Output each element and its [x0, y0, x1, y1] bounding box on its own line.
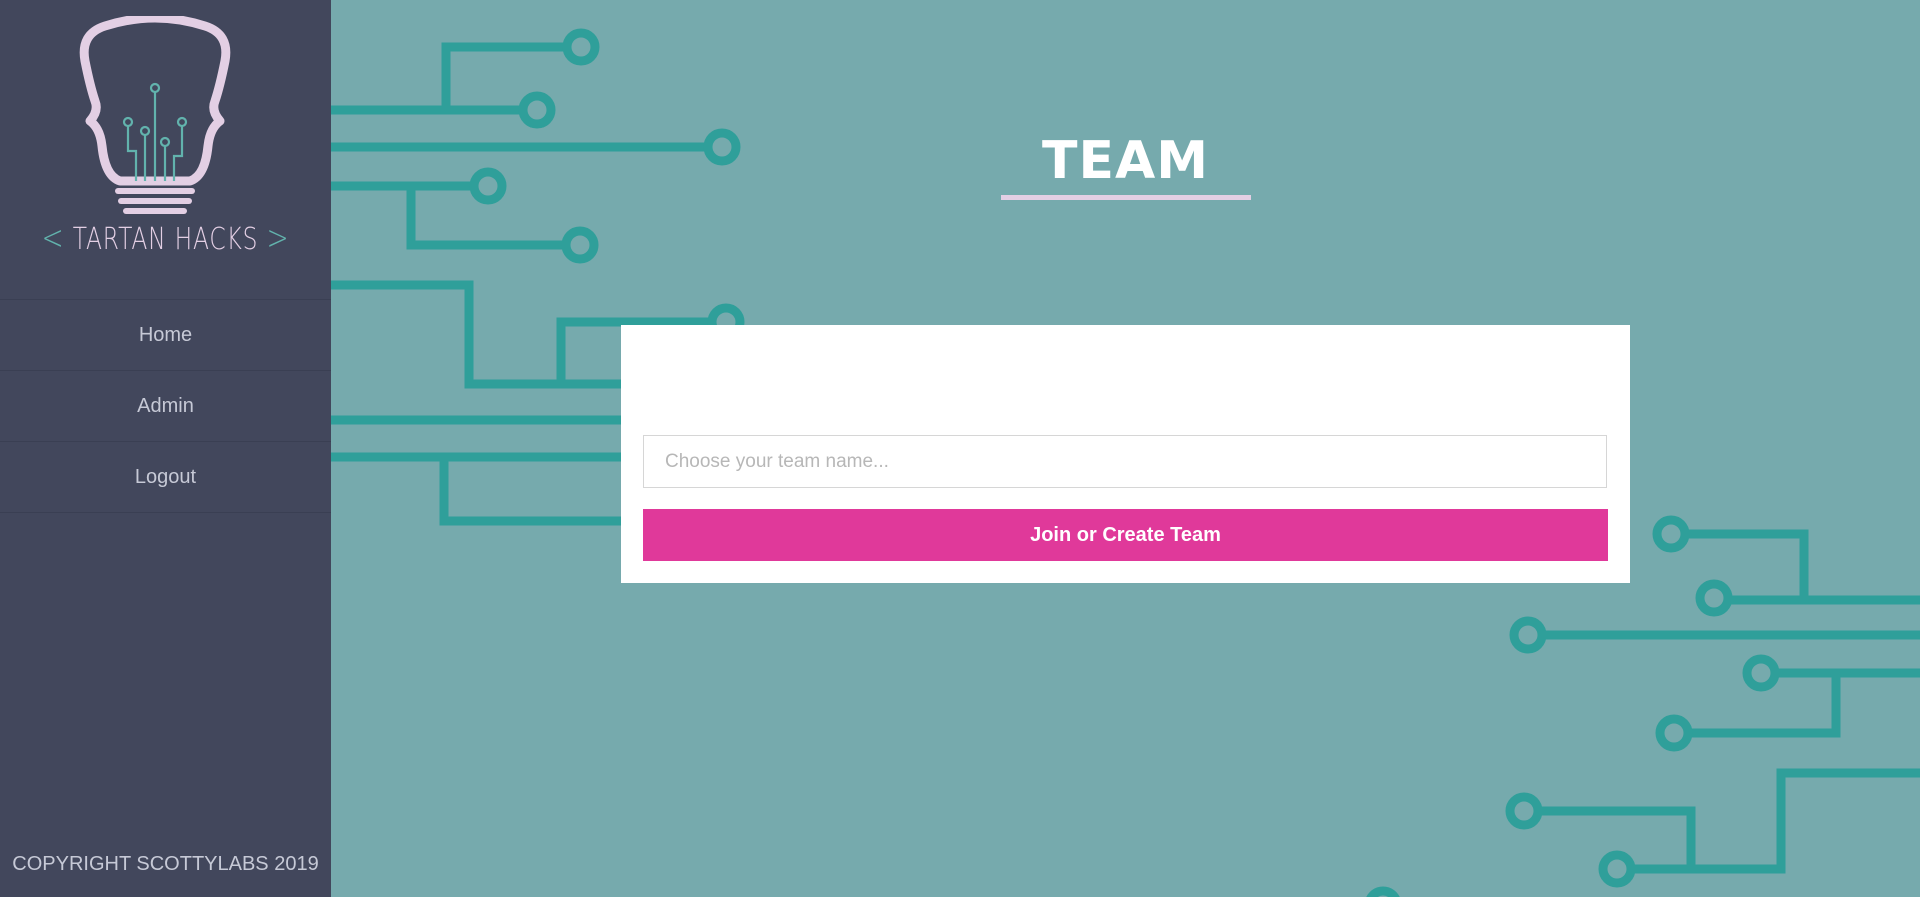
brand-open-bracket: < [41, 218, 65, 258]
page-title: TEAM [1042, 130, 1209, 191]
copyright-text: COPYRIGHT SCOTTYLABS 2019 [12, 853, 319, 875]
brand-close-bracket: > [266, 218, 290, 258]
team-form-card: Join or Create Team [621, 325, 1630, 583]
lightbulb-logo-icon [79, 16, 231, 214]
team-name-input[interactable] [643, 435, 1607, 488]
join-or-create-team-button[interactable]: Join or Create Team [643, 509, 1608, 561]
sidebar: < TARTAN HACKS > Home Admin Logout COPYR… [0, 0, 331, 897]
sidebar-nav: Home Admin Logout [0, 299, 331, 513]
nav-item-admin[interactable]: Admin [0, 370, 331, 441]
nav-item-home[interactable]: Home [0, 299, 331, 370]
brand-name: < TARTAN HACKS > [36, 218, 294, 258]
nav-item-logout[interactable]: Logout [0, 441, 331, 513]
title-underline [1001, 195, 1251, 200]
brand-text: TARTAN HACKS [72, 222, 259, 257]
logo[interactable]: < TARTAN HACKS > [0, 0, 331, 300]
